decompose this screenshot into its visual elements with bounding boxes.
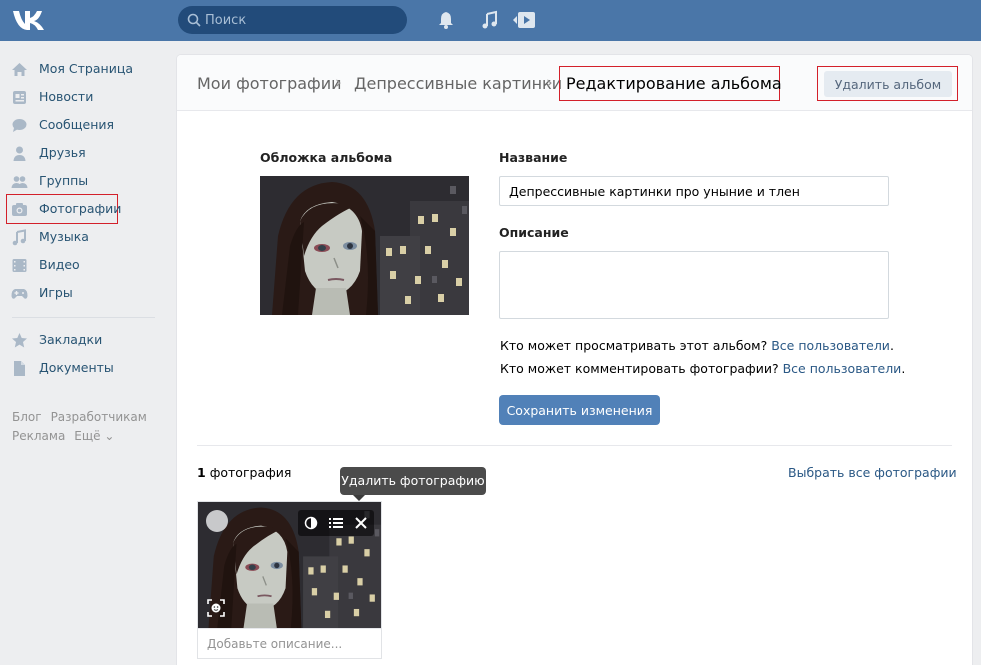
sidebar-item-my-page[interactable]: Моя Страница — [0, 55, 160, 83]
sidebar-footer-row-2: Реклама Ещё ⌄ — [12, 429, 123, 443]
camera-icon — [12, 203, 27, 216]
play-icon[interactable] — [512, 10, 536, 30]
view-privacy-row: Кто может просматривать этот альбом? Все… — [500, 338, 894, 353]
home-icon — [12, 63, 27, 76]
contrast-icon[interactable] — [303, 515, 319, 531]
friend-icon — [13, 146, 26, 161]
photo-count: 1 фотография — [197, 465, 291, 480]
breadcrumb-my-photos[interactable]: Мои фотографии — [197, 74, 342, 93]
music-note-icon — [12, 229, 26, 246]
sidebar-divider — [12, 317, 155, 318]
top-bar — [0, 0, 981, 41]
messages-icon — [12, 119, 27, 132]
select-all-photos-link[interactable]: Выбрать все фотографии — [788, 465, 957, 480]
search-icon — [187, 13, 201, 27]
breadcrumb-album[interactable]: Депрессивные картинки — [354, 74, 562, 93]
vk-logo-icon[interactable] — [12, 8, 46, 32]
view-privacy-link[interactable]: Все пользователи — [771, 338, 890, 353]
comment-privacy-row: Кто может комментировать фотографии? Все… — [500, 361, 906, 376]
name-label: Название — [499, 150, 568, 165]
delete-photo-tooltip: Удалить фотографию — [340, 467, 486, 495]
album-cover-image[interactable] — [260, 176, 469, 315]
music-icon[interactable] — [480, 10, 500, 30]
delete-album-button[interactable]: Удалить альбом — [824, 71, 952, 97]
photo-description-input[interactable] — [198, 628, 381, 658]
sidebar-item-friends[interactable]: Друзья — [0, 139, 160, 167]
sidebar-item-music[interactable]: Музыка — [0, 223, 160, 251]
photo-count-word: фотография — [209, 465, 292, 480]
face-tag-icon[interactable] — [206, 598, 226, 618]
sidebar-item-label: Моя Страница — [39, 61, 133, 76]
footer-link-ads[interactable]: Реклама — [12, 429, 65, 443]
star-icon — [12, 333, 27, 348]
page-title: Редактирование альбома — [559, 66, 782, 101]
sidebar-item-label: Игры — [39, 285, 73, 300]
cover-label: Обложка альбома — [260, 150, 393, 165]
sidebar-item-messages[interactable]: Сообщения — [0, 111, 160, 139]
footer-link-blog[interactable]: Блог — [12, 410, 42, 424]
photo-card[interactable] — [197, 501, 382, 659]
sidebar-footer-row-1: Блог Разработчикам — [12, 410, 156, 424]
news-icon — [13, 91, 26, 104]
breadcrumb: Мои фотографии › Депрессивные картинки ›… — [177, 55, 972, 111]
sidebar-item-label: Новости — [39, 89, 94, 104]
list-icon[interactable] — [328, 515, 344, 531]
photo-toolbar — [298, 510, 374, 536]
footer-link-more[interactable]: Ещё ⌄ — [74, 429, 114, 443]
breadcrumb-separator: › — [546, 73, 553, 93]
sidebar-item-bookmarks[interactable]: Закладки — [0, 326, 160, 354]
sidebar-item-groups[interactable]: Группы — [0, 167, 160, 195]
delete-album-highlight: Удалить альбом — [817, 66, 958, 101]
description-label: Описание — [499, 225, 569, 240]
film-icon — [12, 259, 27, 272]
search-input[interactable] — [205, 6, 395, 34]
comment-privacy-link[interactable]: Все пользователи — [783, 361, 902, 376]
sidebar-item-label: Фотографии — [39, 201, 122, 216]
sidebar-item-label: Сообщения — [39, 117, 115, 132]
sidebar-item-label: Друзья — [39, 145, 86, 160]
sidebar-item-label: Документы — [39, 360, 114, 375]
document-icon — [14, 361, 25, 376]
sidebar-item-photos[interactable]: Фотографии — [0, 195, 160, 223]
section-divider — [197, 445, 952, 446]
photo-count-number: 1 — [197, 465, 206, 480]
album-edit-panel: Мои фотографии › Депрессивные картинки ›… — [177, 55, 972, 665]
gamepad-icon — [11, 289, 28, 299]
album-name-input[interactable] — [499, 176, 889, 206]
tooltip-arrow — [353, 495, 365, 501]
sidebar-item-label: Закладки — [39, 332, 103, 347]
sidebar-item-label: Видео — [39, 257, 80, 272]
footer-link-developers[interactable]: Разработчикам — [51, 410, 147, 424]
sidebar-item-label: Группы — [39, 173, 89, 188]
breadcrumb-separator: › — [335, 73, 342, 93]
sidebar-item-documents[interactable]: Документы — [0, 354, 160, 382]
photo-select-checkbox[interactable] — [206, 510, 228, 532]
sidebar-item-label: Музыка — [39, 229, 89, 244]
close-icon[interactable] — [353, 515, 369, 531]
sidebar-item-video[interactable]: Видео — [0, 251, 160, 279]
bell-icon[interactable] — [436, 10, 456, 30]
sidebar-item-news[interactable]: Новости — [0, 83, 160, 111]
comment-privacy-question: Кто может комментировать фотографии? — [500, 361, 779, 376]
groups-icon — [11, 176, 28, 188]
album-description-input[interactable] — [499, 251, 889, 319]
sidebar-item-games[interactable]: Игры — [0, 279, 160, 307]
save-changes-button[interactable]: Сохранить изменения — [499, 395, 660, 425]
view-privacy-question: Кто может просматривать этот альбом? — [500, 338, 768, 353]
search-box[interactable] — [178, 6, 407, 34]
